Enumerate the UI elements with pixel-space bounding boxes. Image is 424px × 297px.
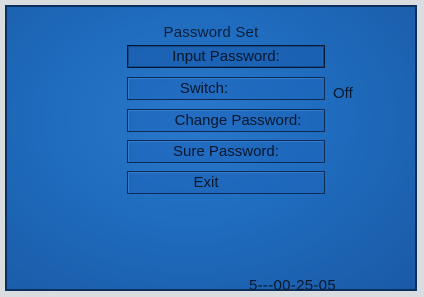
- menu-item-label: Change Password:: [174, 112, 302, 129]
- input-password-button[interactable]: Input Password:: [127, 45, 325, 68]
- menu-item-label: Sure Password:: [173, 143, 279, 160]
- menu-item-label: Input Password:: [172, 48, 280, 65]
- menu-item-label: Exit: [193, 174, 219, 191]
- password-set-screen: Password Set Input Password: Switch: Off…: [5, 5, 417, 294]
- menu-item-label: Switch:: [179, 80, 229, 97]
- sure-password-button[interactable]: Sure Password:: [127, 140, 325, 163]
- switch-button[interactable]: Switch:: [127, 77, 325, 100]
- status-code: 5---00-25-05: [249, 277, 336, 294]
- switch-value: Off: [333, 85, 353, 102]
- change-password-button[interactable]: Change Password:: [127, 109, 325, 132]
- page-title: Password Set: [163, 24, 259, 41]
- exit-button[interactable]: Exit: [127, 171, 325, 194]
